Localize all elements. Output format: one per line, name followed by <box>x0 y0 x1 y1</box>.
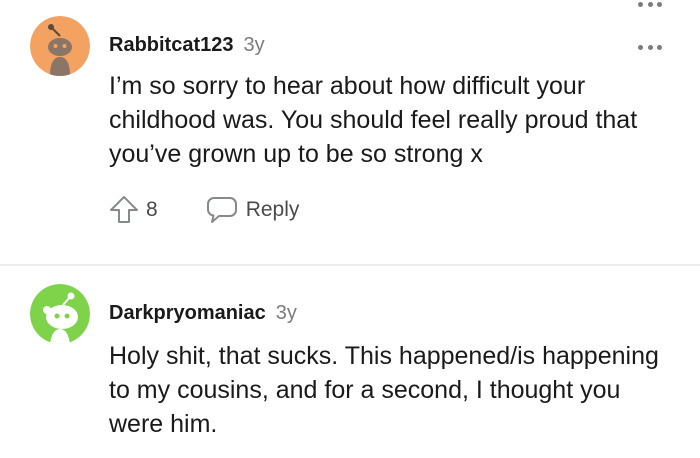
avatar[interactable] <box>30 16 90 76</box>
comment-header: Darkpryomaniac 3y <box>109 302 297 325</box>
comment-actions: 8 Reply <box>108 194 299 226</box>
more-options-icon[interactable] <box>638 43 662 51</box>
comment-age: 3y <box>275 302 297 324</box>
comment: Darkpryomaniac 3y Holy shit, that sucks.… <box>0 266 700 458</box>
comment-body: I’m so sorry to hear about how difficult… <box>109 72 638 168</box>
avatar[interactable] <box>30 284 90 344</box>
more-options-icon[interactable] <box>638 0 662 8</box>
speech-bubble-icon <box>206 197 237 223</box>
comment-body: Holy shit, that sucks. This happened/is … <box>109 342 659 438</box>
reply-button[interactable]: Reply <box>206 195 300 225</box>
comment-header: Rabbitcat123 3y <box>109 34 265 57</box>
username[interactable]: Rabbitcat123 <box>109 34 234 57</box>
snoo-avatar-icon <box>30 284 90 344</box>
upvote-button[interactable]: 8 <box>108 194 158 226</box>
snoo-avatar-icon <box>30 16 90 76</box>
upvote-count: 8 <box>146 198 158 221</box>
comment-age: 3y <box>243 34 265 56</box>
upvote-arrow-icon[interactable] <box>108 194 140 226</box>
username[interactable]: Darkpryomaniac <box>109 302 266 325</box>
reply-label: Reply <box>245 198 300 221</box>
comment: Rabbitcat123 3y I’m so sorry to hear abo… <box>0 0 700 264</box>
